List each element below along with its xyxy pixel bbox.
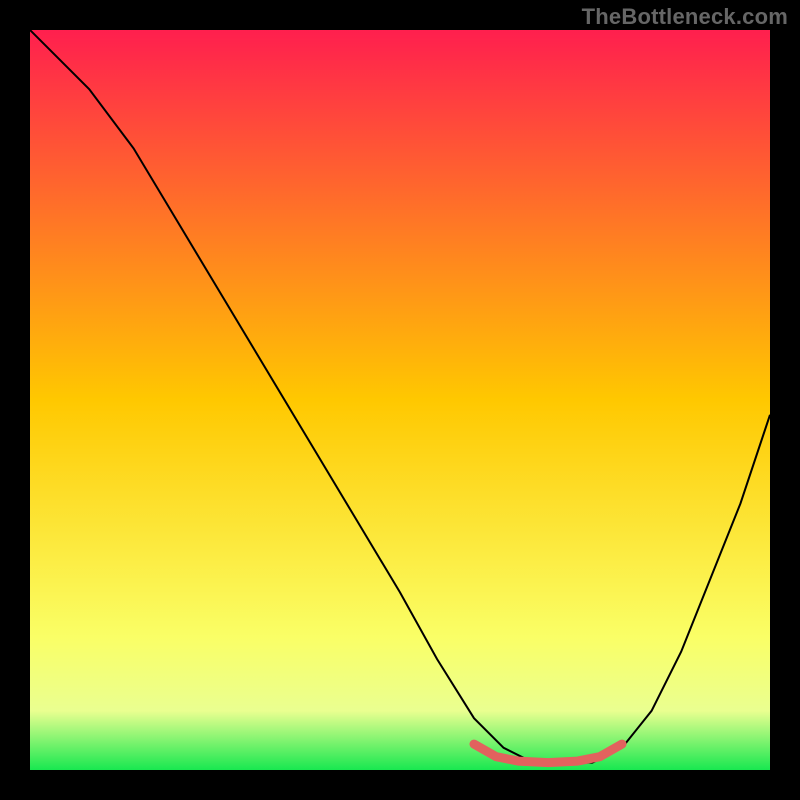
chart-svg xyxy=(30,30,770,770)
watermark-text: TheBottleneck.com xyxy=(582,4,788,30)
chart-plot-area xyxy=(30,30,770,770)
chart-background xyxy=(30,30,770,770)
chart-frame: TheBottleneck.com xyxy=(0,0,800,800)
